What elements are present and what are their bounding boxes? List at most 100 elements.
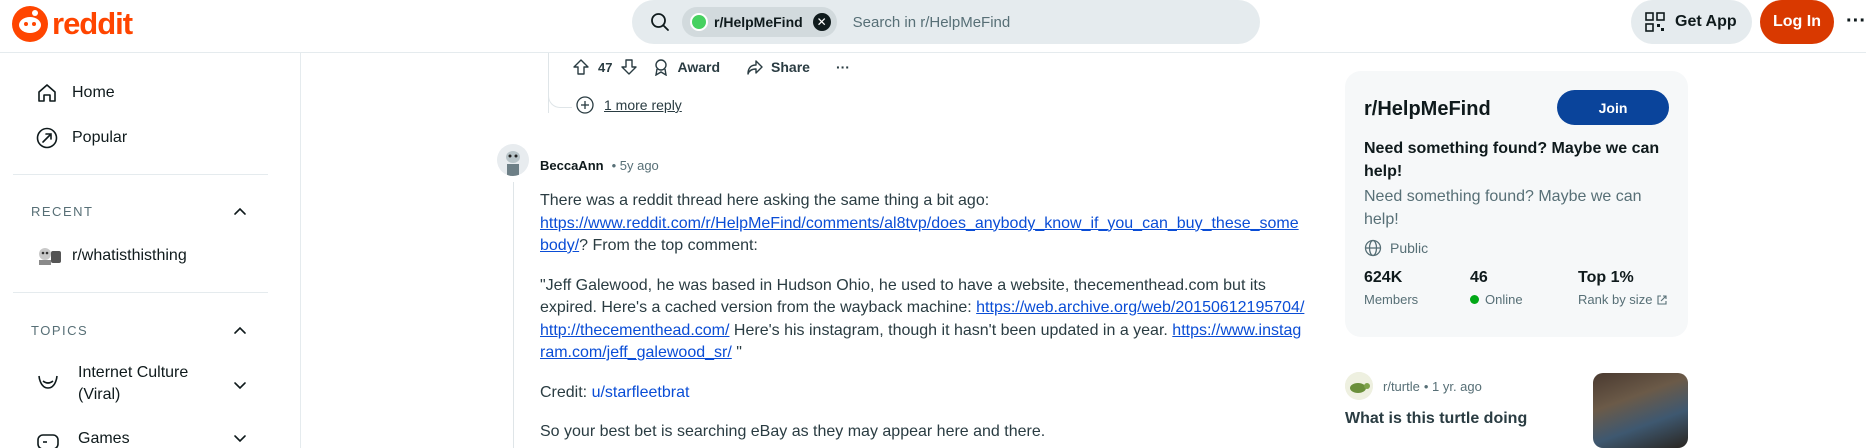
comment-text: " [736,344,742,361]
stat-members: 624K Members [1364,269,1418,307]
popular-icon [36,127,58,149]
stat-value: 46 [1470,269,1488,286]
chevron-up-icon[interactable] [232,204,248,220]
thread-connector [548,88,572,108]
sidebar-item-whatisthisthing[interactable]: r/whatisthisthing [36,236,187,276]
top-header: reddit r/HelpMeFind ✕ Search in r/HelpMe… [0,0,1866,53]
topic-label: Internet Culture (Viral) [78,364,189,403]
turtle-avatar-icon [1345,372,1373,400]
topic-games[interactable]: Games [36,428,198,448]
recent-section-title: RECENT [31,204,94,219]
stat-label: Members [1364,292,1419,307]
more-replies-label: 1 more reply [604,97,682,113]
comment-paragraph: There was a reddit thread here asking th… [540,190,1305,258]
get-app-button[interactable]: Get App [1631,0,1752,44]
downvote-icon[interactable] [620,58,638,76]
comment-text: ? From the top comment: [579,237,758,254]
smile-icon [38,375,58,389]
related-post-card[interactable]: r/turtle • 1 yr. ago What is this turtle… [1345,372,1688,448]
post-thumbnail[interactable] [1593,373,1688,448]
globe-icon [1364,239,1382,257]
reddit-snoo-icon [12,6,48,42]
share-label: Share [771,59,810,75]
sidebar-item-home[interactable]: Home [36,73,115,113]
divider [13,174,268,175]
sidebar-item-label: Home [72,84,115,101]
stat-value: Top 1% [1578,269,1634,286]
community-name[interactable]: r/HelpMeFind [1364,98,1491,121]
comment-text: Here's his instagram, though it hasn't b… [733,321,1168,339]
subreddit-avatar-icon [39,248,61,265]
post-subreddit[interactable]: r/turtle [1383,379,1420,394]
reddit-logo[interactable]: reddit [12,6,133,42]
home-icon [38,84,56,102]
gamepad-icon [37,434,59,448]
close-icon[interactable]: ✕ [812,13,831,31]
comment-paragraph: "Jeff Galewood, he was based in Hudson O… [540,275,1305,365]
stat-rank[interactable]: Top 1% Rank by size [1578,269,1668,307]
search-bar[interactable]: r/HelpMeFind ✕ Search in r/HelpMeFind [632,0,1260,44]
avatar[interactable] [497,144,529,176]
stat-value: 624K [1364,269,1403,286]
external-link-icon [1657,294,1667,305]
topic-label: Games [78,430,130,447]
community-description: Need something found? Maybe we can help! [1364,188,1642,228]
visibility-indicator: Public [1364,239,1428,257]
join-button[interactable]: Join [1557,90,1669,125]
comment-age: • 5y ago [611,158,659,173]
user-link[interactable]: u/starfleetbrat [592,384,690,401]
share-button[interactable]: Share [746,58,810,76]
left-sidebar: Home Popular RECENT r/whatisthisthing TO… [0,53,301,448]
award-button[interactable]: Award [652,58,720,76]
login-button[interactable]: Log In [1760,0,1834,44]
stat-label: Online [1485,292,1523,307]
community-title: Need something found? Maybe we can help! [1364,140,1660,180]
upvote-icon[interactable] [572,58,590,76]
stat-online: 46 Online [1470,269,1523,307]
subreddit-avatar [690,13,708,31]
chip-label: r/HelpMeFind [714,14,803,30]
topics-section-title: TOPICS [31,323,89,338]
comment-meta: BeccaAnn • 5y ago [540,158,659,173]
search-icon [638,0,682,44]
chevron-up-icon[interactable] [232,323,248,339]
more-replies-link[interactable]: 1 more reply [576,96,682,114]
comment-text: Credit: [540,383,588,401]
post-meta: r/turtle • 1 yr. ago [1345,372,1482,400]
more-options-button[interactable]: ··· [836,59,850,75]
get-app-label: Get App [1675,13,1737,30]
comment-action-bar: 47 Award Share ··· [572,58,876,76]
sidebar-item-label: r/whatisthisthing [72,247,187,264]
topic-internet-culture[interactable]: Internet Culture (Viral) [36,362,198,406]
comment-paragraph: So your best bet is searching eBay as th… [540,421,1305,444]
thread-line[interactable] [513,182,514,448]
sidebar-item-popular[interactable]: Popular [36,118,127,158]
logo-text: reddit [52,6,133,41]
comment-author[interactable]: BeccaAnn [540,158,604,173]
chevron-down-icon[interactable] [232,377,248,393]
online-dot-icon [1470,295,1479,304]
search-input[interactable]: Search in r/HelpMeFind [853,14,1011,31]
plus-circle-icon [576,96,594,114]
comment-text: So your best bet is searching eBay as th… [540,423,1046,440]
more-options-icon: ··· [835,59,850,75]
visibility-label: Public [1390,240,1429,256]
comment-body: There was a reddit thread here asking th… [540,190,1305,448]
community-info-card: r/HelpMeFind Join Need something found? … [1345,71,1688,337]
more-options-icon[interactable]: ··· [1846,10,1866,33]
thread-line [548,53,549,113]
award-icon [655,59,668,76]
comment-text: There was a reddit thread here asking th… [540,192,990,209]
sidebar-item-label: Popular [72,129,128,146]
divider [13,292,268,293]
vote-control: 47 [572,58,638,76]
post-age: • 1 yr. ago [1423,378,1482,394]
vote-count: 47 [598,59,613,75]
share-icon [747,60,763,75]
comment-paragraph: Credit: u/starfleetbrat [540,382,1305,405]
qr-code-icon [1645,12,1665,32]
award-label: Award [677,59,721,75]
subreddit-search-chip[interactable]: r/HelpMeFind ✕ [682,7,837,37]
post-title[interactable]: What is this turtle doing [1345,410,1527,428]
chevron-down-icon[interactable] [232,430,248,446]
